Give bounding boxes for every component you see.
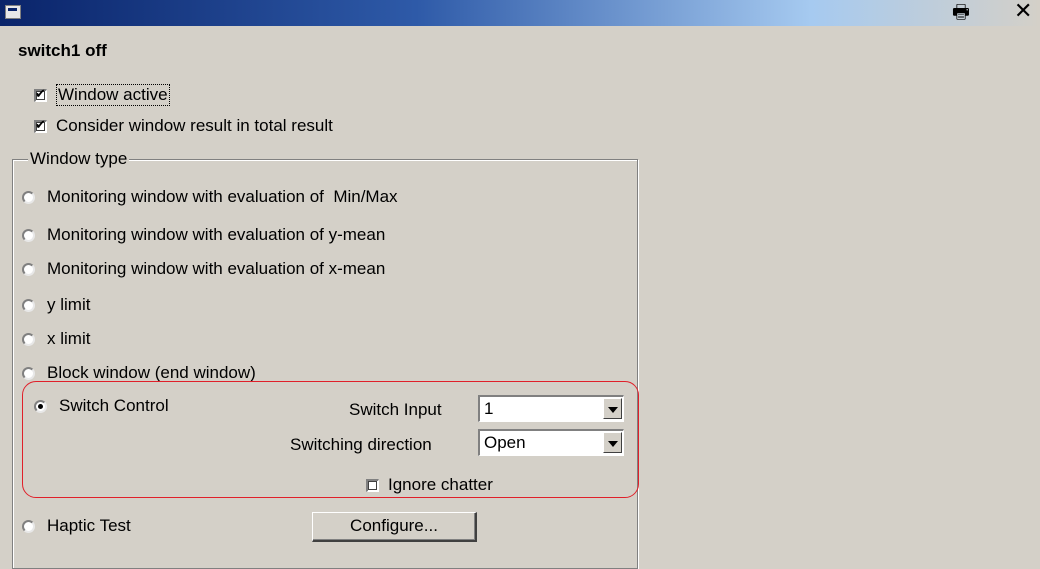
radio-label[interactable]: Block window (end window) bbox=[47, 363, 256, 383]
ignore-chatter-checkbox-row[interactable]: Ignore chatter bbox=[366, 475, 493, 495]
radio-button[interactable] bbox=[22, 519, 35, 533]
radio-y-mean[interactable]: Monitoring window with evaluation of y-m… bbox=[22, 225, 385, 245]
radio-label[interactable]: Monitoring window with evaluation of x-m… bbox=[47, 259, 385, 279]
radio-haptic-test[interactable]: Haptic Test bbox=[22, 516, 131, 536]
consider-result-label[interactable]: Consider window result in total result bbox=[56, 116, 333, 136]
page-title: switch1 off bbox=[18, 41, 107, 60]
radio-block-window[interactable]: Block window (end window) bbox=[22, 363, 256, 383]
radio-x-limit[interactable]: x limit bbox=[22, 329, 90, 349]
configure-button[interactable]: Configure... bbox=[312, 512, 477, 542]
chevron-down-icon[interactable] bbox=[603, 432, 622, 453]
radio-label[interactable]: Haptic Test bbox=[47, 516, 131, 536]
radio-button[interactable] bbox=[22, 228, 35, 242]
consider-result-checkbox-row[interactable]: Consider window result in total result bbox=[34, 116, 333, 136]
window-active-checkbox[interactable] bbox=[34, 86, 47, 104]
close-icon[interactable]: ✕ bbox=[1014, 0, 1040, 24]
switching-direction-label: Switching direction bbox=[290, 435, 432, 454]
chevron-down-icon[interactable] bbox=[603, 398, 622, 419]
radio-label[interactable]: y limit bbox=[47, 295, 90, 315]
radio-min-max[interactable]: Monitoring window with evaluation of Min… bbox=[22, 187, 398, 207]
radio-label[interactable]: Monitoring window with evaluation of y-m… bbox=[47, 225, 385, 245]
window-active-label[interactable]: Window active bbox=[56, 84, 170, 106]
radio-label[interactable]: Monitoring window with evaluation of Min… bbox=[47, 187, 398, 207]
radio-button[interactable] bbox=[34, 399, 47, 413]
switch-input-value: 1 bbox=[484, 399, 494, 418]
print-icon[interactable]: 🖶 bbox=[947, 2, 975, 24]
ignore-chatter-checkbox[interactable] bbox=[366, 478, 379, 492]
radio-x-mean[interactable]: Monitoring window with evaluation of x-m… bbox=[22, 259, 385, 279]
switching-direction-select[interactable]: Open bbox=[478, 429, 624, 456]
radio-button[interactable] bbox=[22, 366, 35, 380]
window-active-checkbox-row[interactable]: Window active bbox=[34, 84, 170, 106]
app-icon[interactable] bbox=[5, 5, 21, 19]
radio-label[interactable]: Switch Control bbox=[59, 396, 169, 416]
radio-button[interactable] bbox=[22, 262, 35, 276]
radio-label[interactable]: x limit bbox=[47, 329, 90, 349]
radio-button[interactable] bbox=[22, 332, 35, 346]
switch-input-label: Switch Input bbox=[349, 400, 442, 419]
radio-y-limit[interactable]: y limit bbox=[22, 295, 90, 315]
switching-direction-value: Open bbox=[484, 433, 526, 452]
title-bar: 🖶 ✕ bbox=[0, 0, 1040, 26]
ignore-chatter-label[interactable]: Ignore chatter bbox=[388, 475, 493, 495]
switch-input-select[interactable]: 1 bbox=[478, 395, 624, 422]
radio-button[interactable] bbox=[22, 298, 35, 312]
window-type-legend: Window type bbox=[28, 149, 130, 169]
radio-switch-control[interactable]: Switch Control bbox=[34, 396, 169, 416]
consider-result-checkbox[interactable] bbox=[34, 117, 47, 135]
radio-button[interactable] bbox=[22, 190, 35, 204]
